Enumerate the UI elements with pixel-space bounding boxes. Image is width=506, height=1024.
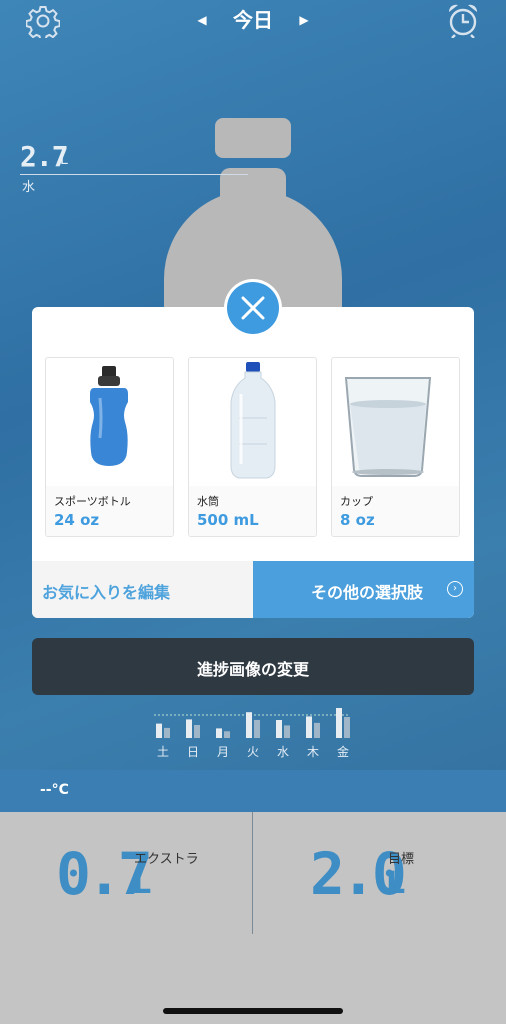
week-day-label: 火 — [247, 745, 259, 759]
close-icon — [227, 282, 279, 334]
change-progress-image-button[interactable]: 進捗画像の変更 — [32, 638, 474, 695]
change-progress-image-label: 進捗画像の変更 — [196, 660, 309, 679]
day-navigator: ◀ 今日 ▶ — [190, 6, 316, 34]
more-options-button[interactable]: その他の選択肢 › — [253, 561, 474, 618]
week-bar-secondary — [254, 719, 260, 738]
container-name: スポーツボトル — [54, 495, 131, 508]
temperature-value: --°C — [40, 782, 69, 798]
week-bar-secondary — [344, 717, 350, 738]
week-bar-secondary — [314, 722, 320, 738]
container-card-water-bottle[interactable]: 水筒 500 mL — [188, 357, 317, 537]
goal-unit: L — [386, 866, 406, 901]
more-options-label: その他の選択肢 — [311, 583, 424, 602]
scale-line — [20, 174, 248, 175]
week-bar — [336, 708, 342, 738]
scale-label: 水 — [22, 180, 36, 195]
scale-unit: L — [60, 152, 68, 168]
drink-selection-popup: スポーツボトル 24 oz 水筒 500 mL カップ 8 oz お気に入りを編… — [32, 307, 474, 618]
alarm-clock-icon[interactable] — [446, 2, 480, 39]
extra-label: エクストラ — [134, 852, 199, 867]
week-bar — [156, 723, 162, 738]
week-bar — [186, 719, 192, 738]
gear-icon[interactable] — [25, 4, 61, 42]
page-title: 今日 — [233, 8, 273, 32]
top-bar: ◀ 今日 ▶ — [0, 0, 506, 42]
container-volume: 8 oz — [340, 511, 375, 529]
container-name: カップ — [340, 495, 373, 508]
week-bar — [276, 720, 282, 738]
water-glass-image — [332, 358, 459, 486]
week-bar-secondary — [164, 727, 170, 738]
triangle-left-icon[interactable]: ◀ — [196, 12, 208, 28]
container-card-sports-bottle[interactable]: スポーツボトル 24 oz — [45, 357, 174, 537]
container-card-cup[interactable]: カップ 8 oz — [331, 357, 460, 537]
scale-marker: 2.7 L 水 — [20, 140, 250, 196]
container-name: 水筒 — [197, 495, 219, 508]
weekly-intake-chart: 土日月火水木金 — [150, 704, 356, 760]
container-volume: 24 oz — [54, 511, 100, 529]
week-day-label: 月 — [217, 745, 229, 759]
week-bar — [216, 728, 222, 738]
temperature-strip: --°C — [0, 770, 506, 812]
goal-label: 目標 — [388, 852, 415, 867]
container-volume: 500 mL — [197, 511, 259, 529]
stats-divider — [252, 812, 253, 934]
week-bar-secondary — [284, 725, 290, 738]
week-day-label: 金 — [337, 744, 349, 759]
week-bar — [246, 712, 252, 738]
week-bar — [306, 716, 312, 738]
extra-unit: L — [132, 866, 152, 901]
week-day-label: 日 — [187, 745, 199, 759]
sports-bottle-image — [46, 358, 173, 486]
week-bar-secondary — [224, 731, 230, 738]
week-day-label: 木 — [307, 745, 319, 759]
week-day-label: 土 — [157, 745, 169, 759]
triangle-right-icon[interactable]: ▶ — [298, 12, 310, 28]
edit-favorites-button[interactable]: お気に入りを編集 — [32, 561, 253, 618]
stats-panel: 0.7 L エクストラ 2.0 L 目標 — [0, 812, 506, 1024]
close-button[interactable] — [224, 279, 282, 337]
week-bar-secondary — [194, 724, 200, 738]
edit-favorites-label: お気に入りを編集 — [42, 583, 171, 602]
home-indicator — [163, 1008, 343, 1014]
chevron-right-icon: › — [447, 581, 463, 597]
week-day-label: 水 — [277, 745, 289, 759]
water-bottle-image — [189, 358, 316, 486]
